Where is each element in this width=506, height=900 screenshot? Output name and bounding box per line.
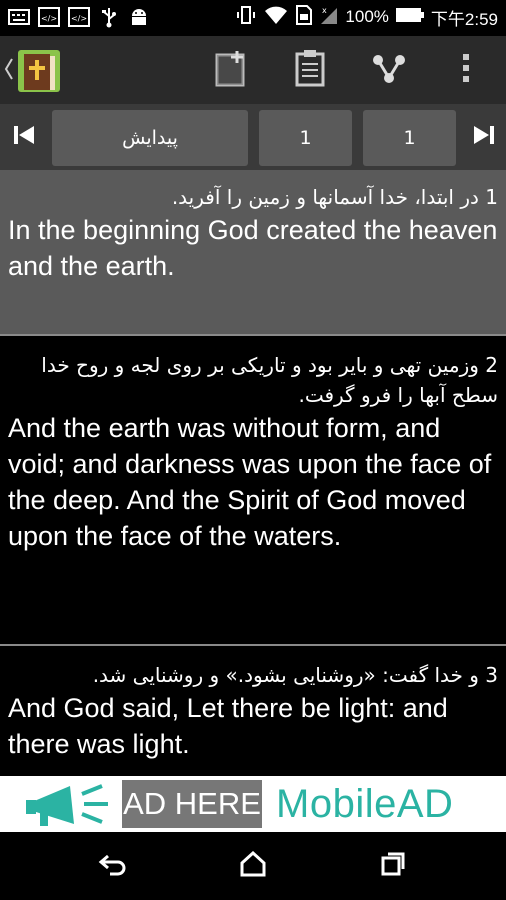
verse-english-text: In the beginning God created the heaven … xyxy=(8,215,498,281)
clipboard-icon xyxy=(295,49,325,91)
code-icon: </> xyxy=(68,6,90,28)
skip-next-icon xyxy=(472,123,496,151)
verse-english-text: And the earth was without form, and void… xyxy=(8,413,492,551)
verse-selector[interactable]: 1 xyxy=(363,110,456,166)
ad-placeholder: AD HERE xyxy=(122,780,262,828)
sim-icon xyxy=(295,4,313,30)
next-button[interactable] xyxy=(470,122,498,152)
skip-previous-icon xyxy=(12,123,36,151)
ad-banner[interactable]: AD HERE MobileAD xyxy=(0,776,506,832)
home-icon xyxy=(239,850,267,881)
back-chevron-icon[interactable] xyxy=(4,56,14,82)
verse-item[interactable]: 1 در ابتدا، خدا آسمانها و زمین را آفرید.… xyxy=(0,170,506,334)
code-icon: </> xyxy=(38,6,60,28)
overflow-menu-icon xyxy=(462,53,470,87)
vibrate-icon xyxy=(235,4,257,30)
battery-percent: 100% xyxy=(345,7,389,26)
system-nav-bar xyxy=(0,832,506,900)
android-icon xyxy=(128,6,150,28)
usb-icon xyxy=(98,6,120,28)
wifi-icon xyxy=(263,4,289,30)
verse-english-text: And God said, Let there be light: and th… xyxy=(8,693,448,759)
megaphone-icon xyxy=(22,780,114,830)
keyboard-icon xyxy=(8,6,30,28)
back-icon xyxy=(98,852,128,880)
ad-brand: MobileAD xyxy=(276,782,454,826)
verse-persian-text: 3 و خدا گفت: «روشنایی بشود.» و روشنایی ش… xyxy=(92,663,498,687)
previous-button[interactable] xyxy=(10,122,38,152)
nav-recents-button[interactable] xyxy=(376,852,410,880)
verse-item[interactable]: 3 و خدا گفت: «روشنایی بشود.» و روشنایی ش… xyxy=(0,646,506,776)
book-selector[interactable]: پیدایش xyxy=(52,110,248,166)
status-bar: </> </> x 100% 下午2:59 xyxy=(0,0,506,36)
clock: 下午2:59 xyxy=(430,9,498,29)
passage-selector: پیدایش 1 1 xyxy=(0,104,506,170)
verse-list[interactable]: 1 در ابتدا، خدا آسمانها و زمین را آفرید.… xyxy=(0,170,506,776)
clipboard-button[interactable] xyxy=(290,50,330,90)
signal-icon: x xyxy=(319,4,339,30)
overflow-menu-button[interactable] xyxy=(446,50,486,90)
nav-home-button[interactable] xyxy=(236,850,270,881)
recents-icon xyxy=(380,851,406,881)
svg-text:x: x xyxy=(322,6,327,15)
battery-icon xyxy=(395,7,425,27)
nav-back-button[interactable] xyxy=(96,852,130,880)
bookmark-add-button[interactable] xyxy=(212,50,252,90)
verse-item[interactable]: 2 وزمین تهی و بایر بود و تاریکی بر روی ل… xyxy=(0,336,506,644)
svg-text:</>: </> xyxy=(71,14,87,23)
svg-text:</>: </> xyxy=(41,14,57,23)
share-button[interactable] xyxy=(370,50,410,90)
bookmark-add-icon xyxy=(215,49,249,91)
verse-persian-text: 1 در ابتدا، خدا آسمانها و زمین را آفرید. xyxy=(171,185,498,209)
action-bar xyxy=(0,36,506,104)
verse-persian-text: 2 وزمین تهی و بایر بود و تاریکی بر روی ل… xyxy=(41,353,498,407)
share-icon xyxy=(372,50,408,90)
bible-book-icon[interactable] xyxy=(14,46,64,96)
chapter-selector[interactable]: 1 xyxy=(259,110,352,166)
